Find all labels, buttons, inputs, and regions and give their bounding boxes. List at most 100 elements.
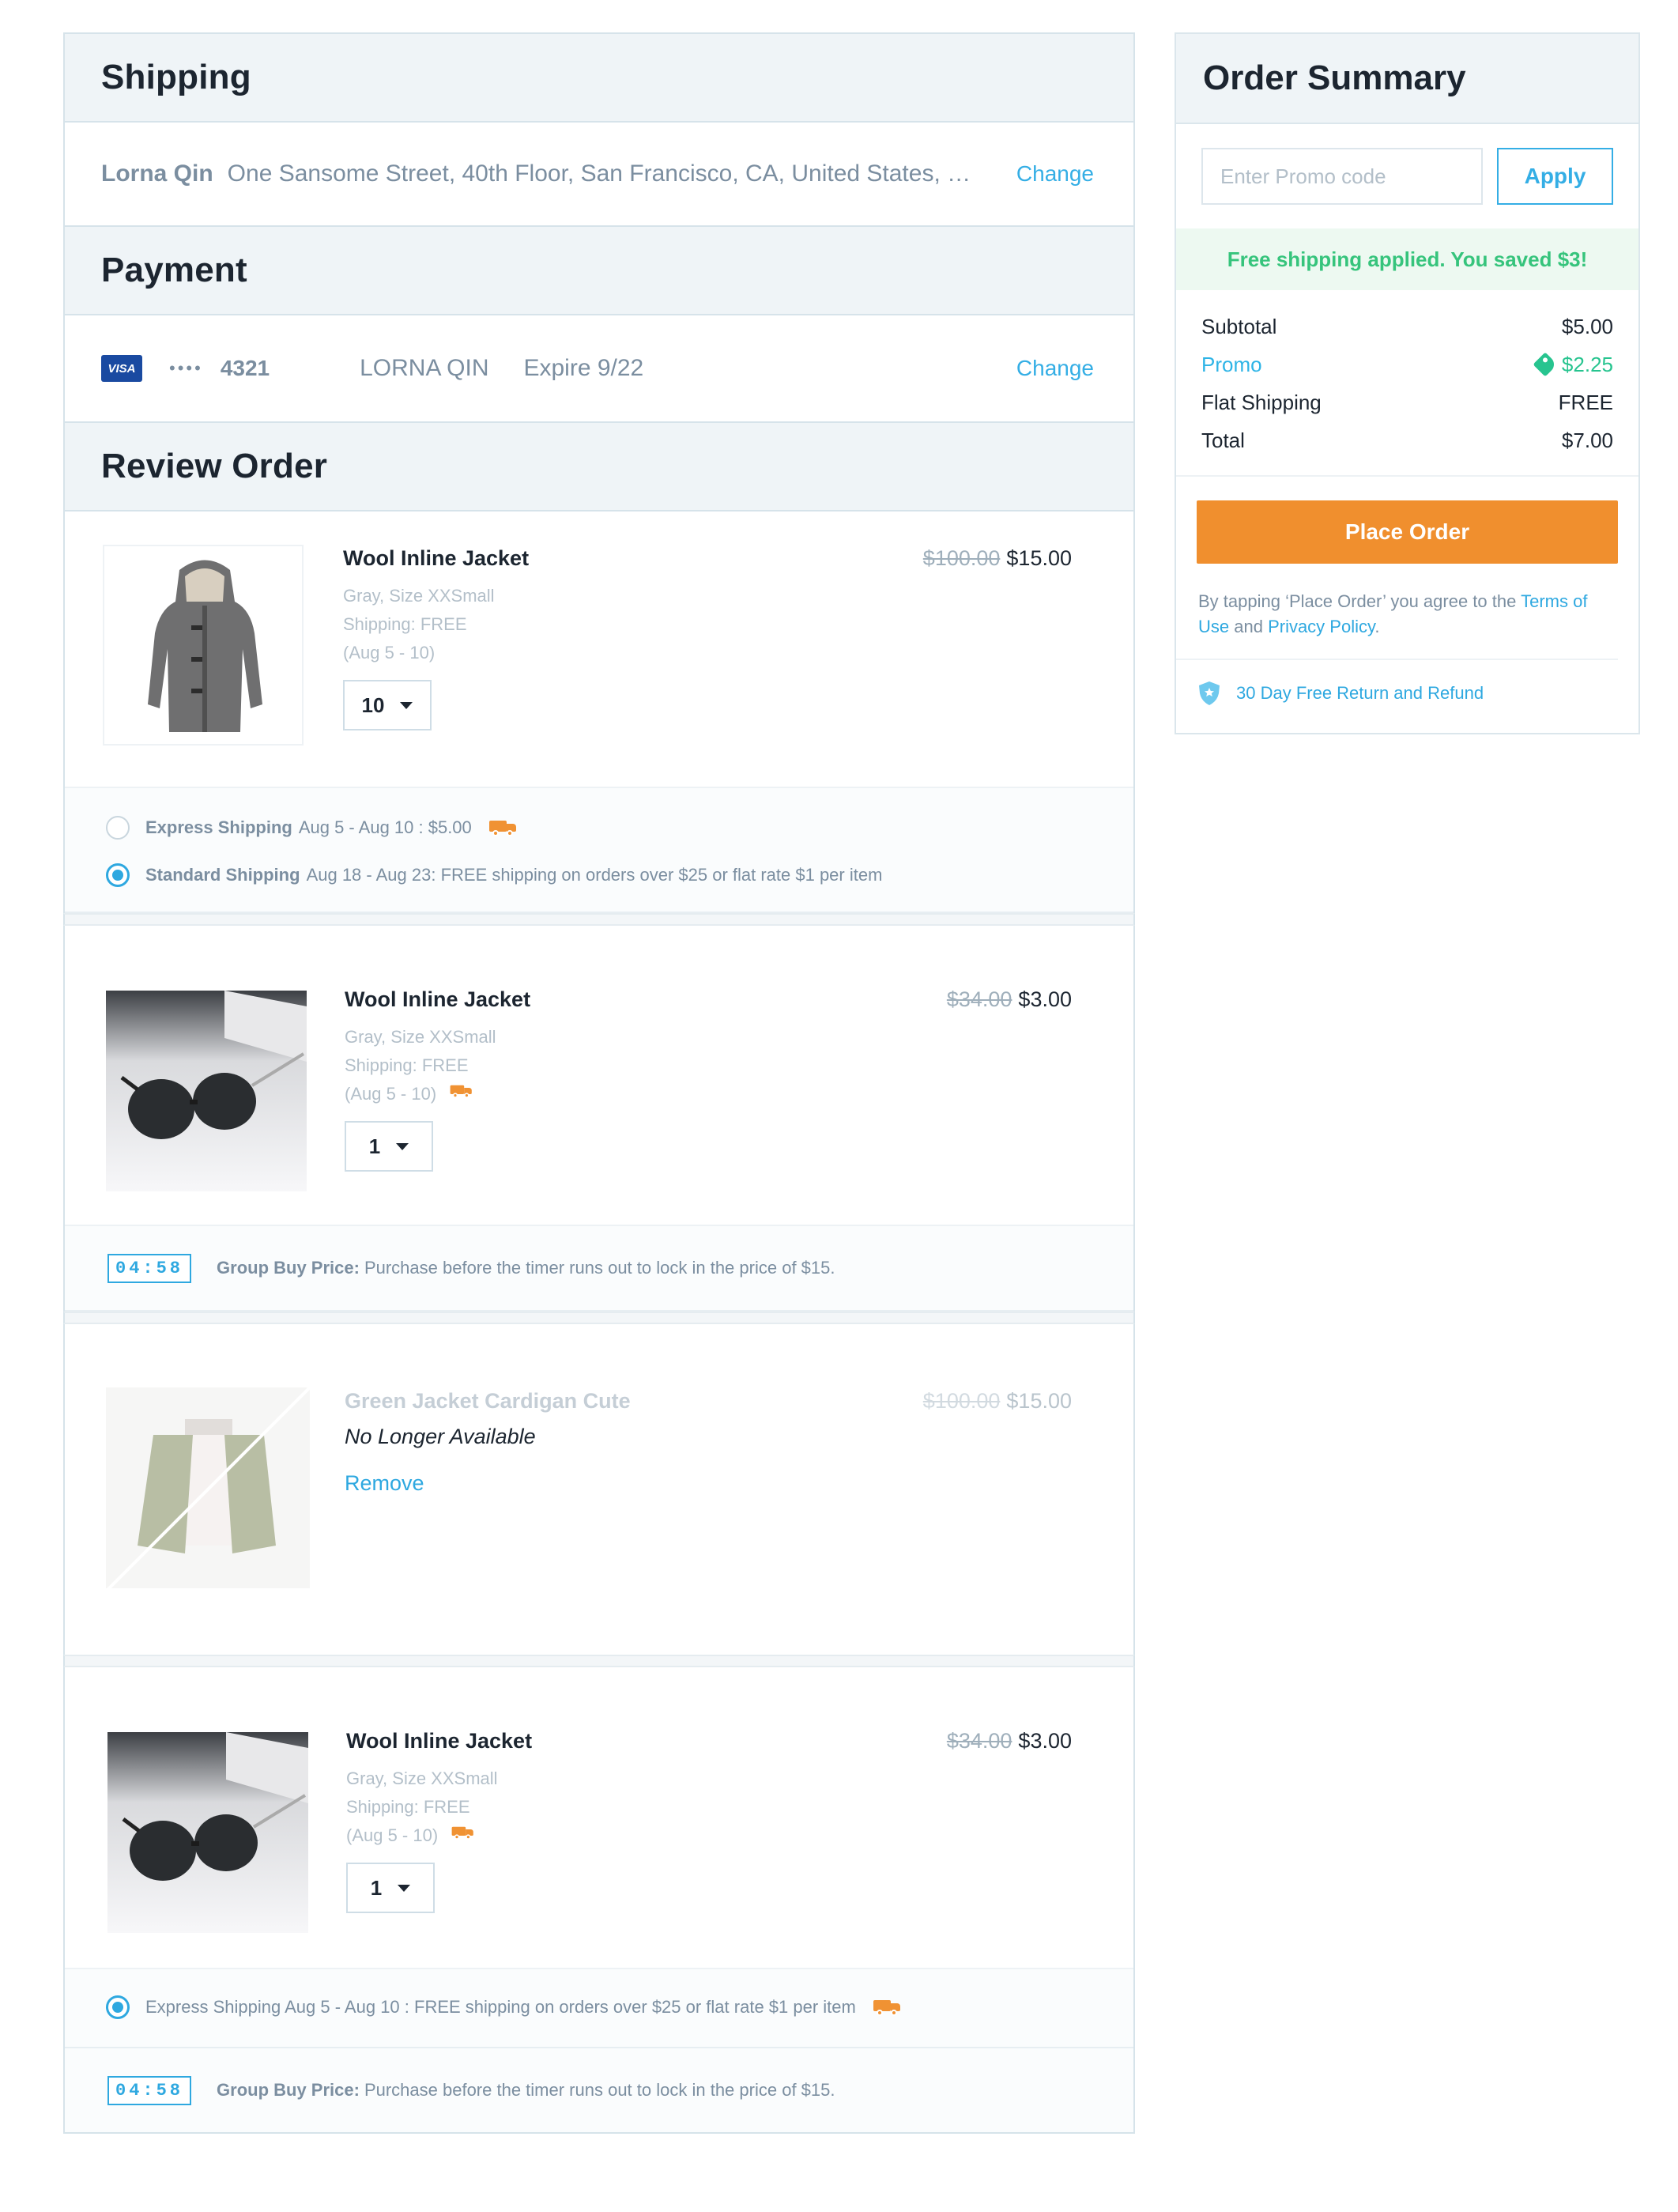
item-dates: (Aug 5 - 10) bbox=[346, 1821, 532, 1850]
privacy-policy-link[interactable]: Privacy Policy bbox=[1268, 617, 1374, 636]
item-variant: Gray, Size XXSmall bbox=[343, 586, 495, 606]
place-order-button[interactable]: Place Order bbox=[1197, 500, 1618, 564]
tag-icon bbox=[1533, 352, 1558, 377]
item-divider bbox=[63, 913, 1135, 926]
quantity-value: 1 bbox=[370, 1875, 383, 1900]
shipping-address-row: Lorna Qin One Sansome Street, 40th Floor… bbox=[65, 123, 1133, 225]
item-old-price: $34.00 bbox=[946, 987, 1012, 1011]
apply-promo-button[interactable]: Apply bbox=[1497, 148, 1613, 205]
shipping-options: Express Shipping Aug 5 - Aug 10 : FREE s… bbox=[65, 1969, 1133, 2048]
item-image-coat[interactable] bbox=[103, 545, 304, 746]
quantity-select[interactable]: 10 bbox=[343, 680, 432, 730]
item-new-price: $3.00 bbox=[1018, 1729, 1072, 1753]
quantity-value: 1 bbox=[368, 1134, 381, 1158]
item-old-price: $100.00 bbox=[922, 546, 1001, 570]
payment-card-row: VISA •••• 4321 LORNA QIN Expire 9/22 Cha… bbox=[65, 315, 1133, 421]
option-detail: Aug 5 - Aug 10 : $5.00 bbox=[298, 817, 472, 837]
item-title: Green Jacket Cardigan Cute bbox=[345, 1389, 631, 1413]
promo-form: Apply bbox=[1176, 124, 1638, 228]
promo-code-input[interactable] bbox=[1201, 148, 1483, 205]
remove-item-link[interactable]: Remove bbox=[345, 1471, 631, 1496]
quantity-select[interactable]: 1 bbox=[346, 1863, 435, 1913]
shipping-header: Shipping bbox=[63, 32, 1135, 123]
caret-down-icon bbox=[396, 1142, 409, 1150]
quantity-value: 10 bbox=[361, 693, 385, 717]
item-info: Wool Inline Jacket Gray, Size XXSmall Sh… bbox=[345, 987, 530, 1172]
payment-header: Payment bbox=[63, 225, 1135, 315]
terms-suffix: . bbox=[1374, 617, 1380, 636]
countdown-timer: 04:58 bbox=[107, 2075, 192, 2105]
group-buy-label: Group Buy Price: bbox=[217, 1258, 360, 1278]
item-old-price: $100.00 bbox=[922, 1389, 1001, 1413]
group-buy-label: Group Buy Price: bbox=[217, 2080, 360, 2100]
truck-icon bbox=[873, 1999, 902, 2016]
change-payment-link[interactable]: Change bbox=[1016, 356, 1094, 381]
item-title: Wool Inline Jacket bbox=[346, 1729, 533, 1753]
promo-value: $2.25 bbox=[1533, 352, 1613, 377]
item-variant: Gray, Size XXSmall bbox=[345, 1027, 496, 1047]
item-variant: Gray, Size XXSmall bbox=[346, 1768, 498, 1788]
item-new-price: $15.00 bbox=[1006, 546, 1072, 570]
terms-mid: and bbox=[1229, 617, 1269, 636]
shield-icon bbox=[1199, 681, 1220, 705]
caret-down-icon bbox=[398, 1884, 411, 1892]
item-info: Wool Inline Jacket Gray, Size XXSmall Sh… bbox=[346, 1729, 532, 1913]
item-price: $100.00 $15.00 bbox=[923, 546, 1072, 571]
return-policy-link[interactable]: 30 Day Free Return and Refund bbox=[1176, 660, 1638, 733]
shipping-option-express[interactable]: Express Shipping Aug 5 - Aug 10 : FREE s… bbox=[65, 1984, 1133, 2031]
summary-lines: Subtotal $5.00 Promo $2.25 Flat Shipping… bbox=[1176, 290, 1638, 477]
terms-notice: By tapping ‘Place Order’ you agree to th… bbox=[1176, 564, 1618, 660]
card-last4: 4321 bbox=[220, 356, 270, 380]
cardholder-name: LORNA QIN bbox=[360, 355, 489, 381]
shipping-heading: Shipping bbox=[101, 58, 251, 96]
radio-icon[interactable] bbox=[106, 816, 130, 840]
order-item-main: Wool Inline Jacket Gray, Size XXSmall Sh… bbox=[65, 511, 1133, 788]
item-old-price: $34.00 bbox=[946, 1729, 1012, 1753]
option-name: Standard Shipping bbox=[145, 865, 300, 885]
truck-icon bbox=[488, 819, 518, 836]
change-shipping-link[interactable]: Change bbox=[1016, 161, 1094, 187]
payment-section: VISA •••• 4321 LORNA QIN Expire 9/22 Cha… bbox=[63, 315, 1135, 421]
shipping-line: Flat Shipping FREE bbox=[1201, 383, 1613, 421]
item-shipping: Shipping: FREE bbox=[343, 614, 467, 634]
item-title: Wool Inline Jacket bbox=[343, 546, 530, 570]
item-dates-text: (Aug 5 - 10) bbox=[346, 1825, 439, 1845]
total-line: Total $7.00 bbox=[1201, 421, 1613, 459]
summary-heading: Order Summary bbox=[1203, 59, 1466, 97]
order-item-main: Wool Inline Jacket Gray, Size XXSmall Sh… bbox=[65, 1667, 1133, 1969]
item-price: $100.00 $15.00 bbox=[923, 1389, 1072, 1414]
line-value: FREE bbox=[1558, 390, 1613, 414]
line-label: Total bbox=[1201, 428, 1245, 452]
item-shipping: Shipping: FREE bbox=[346, 1797, 470, 1817]
item-image-sunglasses[interactable] bbox=[106, 991, 307, 1191]
radio-icon[interactable] bbox=[106, 1995, 130, 2019]
item-title: Wool Inline Jacket bbox=[345, 987, 531, 1011]
item-divider bbox=[63, 1655, 1135, 1667]
item-status: No Longer Available bbox=[345, 1425, 536, 1448]
quantity-select[interactable]: 1 bbox=[345, 1121, 433, 1172]
order-item: Wool Inline Jacket Gray, Size XXSmall Sh… bbox=[63, 1667, 1135, 2134]
item-image-sunglasses[interactable] bbox=[107, 1732, 308, 1933]
group-buy-row: 04:58 Group Buy Price: Purchase before t… bbox=[65, 1226, 1133, 1310]
promo-saved-message: Free shipping applied. You saved $3! bbox=[1176, 228, 1638, 290]
group-buy-row: 04:58 Group Buy Price: Purchase before t… bbox=[65, 2048, 1133, 2132]
radio-icon[interactable] bbox=[106, 863, 130, 887]
item-divider bbox=[63, 1312, 1135, 1324]
item-dates: (Aug 5 - 10) bbox=[343, 643, 436, 662]
item-dates: (Aug 5 - 10) bbox=[345, 1080, 530, 1108]
line-label: Flat Shipping bbox=[1201, 390, 1322, 414]
shipping-option-express[interactable]: Express Shipping Aug 5 - Aug 10 : $5.00 bbox=[65, 804, 1133, 851]
group-buy-text: Purchase before the timer runs out to lo… bbox=[364, 2080, 835, 2100]
item-dates-text: (Aug 5 - 10) bbox=[345, 1084, 437, 1104]
checkout-main: Shipping Lorna Qin One Sansome Street, 4… bbox=[63, 32, 1135, 2134]
summary-header: Order Summary bbox=[1176, 34, 1638, 124]
item-price: $34.00 $3.00 bbox=[947, 1729, 1072, 1753]
option-name: Express Shipping bbox=[145, 817, 292, 837]
order-item-unavailable: Green Jacket Cardigan Cute No Longer Ava… bbox=[63, 1324, 1135, 1655]
shipping-option-standard[interactable]: Standard Shipping Aug 18 - Aug 23: FREE … bbox=[65, 851, 1133, 899]
order-item: Wool Inline Jacket Gray, Size XXSmall Sh… bbox=[63, 926, 1135, 1312]
order-item-main: Green Jacket Cardigan Cute No Longer Ava… bbox=[65, 1324, 1133, 1655]
order-item-main: Wool Inline Jacket Gray, Size XXSmall Sh… bbox=[65, 926, 1133, 1226]
item-image-cardigan bbox=[106, 1387, 310, 1588]
shipping-address: One Sansome Street, 40th Floor, San Fran… bbox=[227, 160, 979, 187]
